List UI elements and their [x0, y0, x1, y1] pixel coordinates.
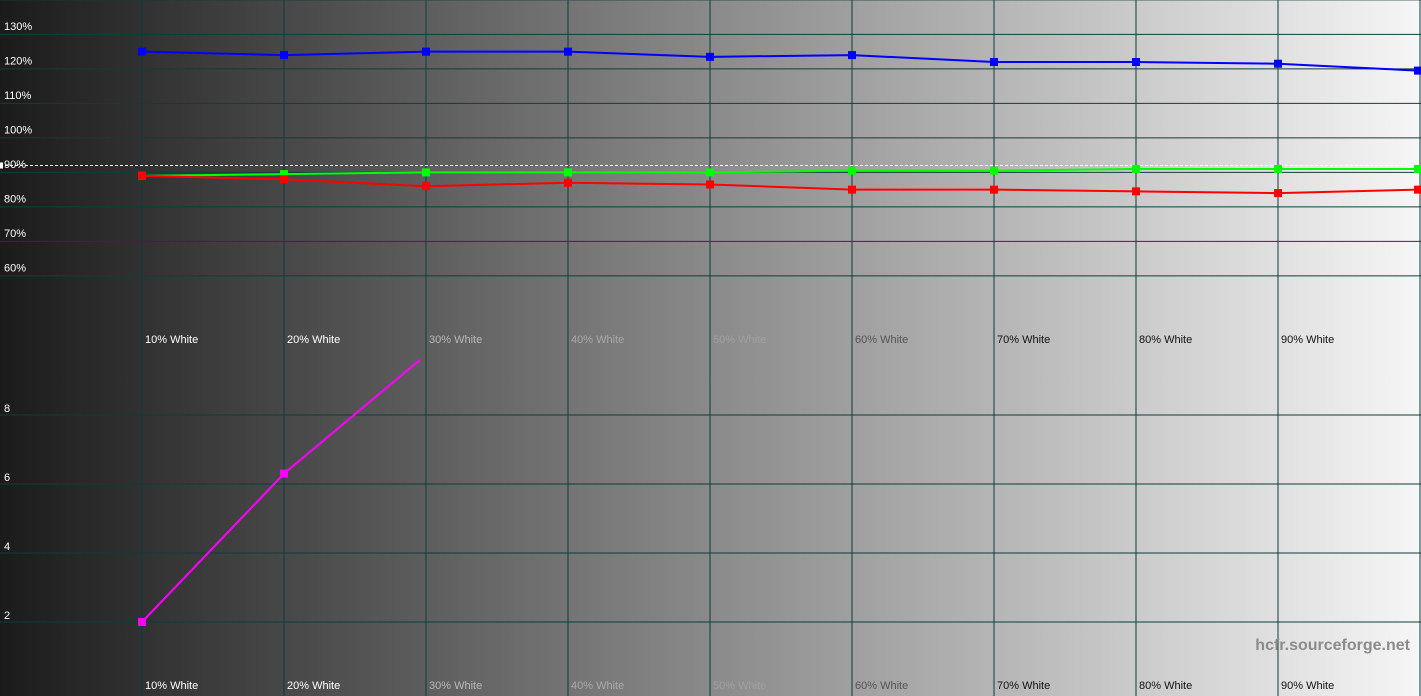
y-tick-label: 8 — [4, 403, 10, 415]
magenta-data-point — [138, 618, 146, 626]
category-label: 20% White — [287, 334, 340, 346]
y-tick-label: 2 — [4, 610, 10, 622]
y-tick-label: 100% — [4, 125, 32, 137]
category-label: 70% White — [997, 334, 1050, 346]
y-tick-label: 60% — [4, 263, 26, 275]
green-data-point — [706, 168, 714, 177]
green-data-point — [1414, 164, 1421, 173]
y-tick-label: 130% — [4, 21, 32, 33]
y-tick-label: 6 — [4, 472, 10, 484]
grayscale-chart: 140%130%120%110%100%90%80%70%60% 8642 10… — [0, 0, 1421, 696]
green-data-point — [1274, 164, 1282, 173]
category-label: 40% White — [571, 680, 624, 692]
blue-data-point — [280, 51, 288, 60]
red-data-point — [706, 180, 714, 189]
y-tick-label: 90% — [4, 159, 26, 171]
blue-data-point — [1274, 59, 1282, 68]
y-tick-label: 80% — [4, 194, 26, 206]
red-data-point — [138, 171, 146, 180]
category-label: 80% White — [1139, 334, 1192, 346]
category-label: 70% White — [997, 680, 1050, 692]
category-label: 60% White — [855, 680, 908, 692]
magenta-data-point — [280, 469, 288, 478]
category-label: 10% White — [145, 680, 198, 692]
category-label: 90% White — [1281, 680, 1334, 692]
red-data-point — [848, 185, 856, 194]
category-label: 90% White — [1281, 334, 1334, 346]
category-label: 50% White — [713, 334, 766, 346]
y-tick-label: 120% — [4, 56, 32, 68]
red-data-point — [1274, 189, 1282, 198]
red-data-point — [1414, 185, 1421, 194]
blue-data-point — [138, 47, 146, 56]
bottom-category-labels: 10% White 20% White 30% White 40% White 50% … — [145, 680, 1334, 692]
watermark: hcfr.sourceforge.net — [1255, 637, 1410, 654]
category-label: 30% White — [429, 680, 482, 692]
red-data-point — [1132, 187, 1140, 196]
red-data-point — [422, 182, 430, 191]
category-label: 80% White — [1139, 680, 1192, 692]
y-tick-label: 110% — [4, 90, 32, 102]
category-label: 30% White — [429, 334, 482, 346]
y-tick-label: 4 — [4, 541, 10, 553]
blue-data-point — [1132, 58, 1140, 66]
top-category-labels: 10% White 20% White 30% White 40% White 50% … — [145, 334, 1334, 346]
red-data-point — [564, 178, 572, 187]
green-data-point — [990, 166, 998, 175]
blue-data-point — [848, 51, 856, 60]
blue-data-point — [422, 47, 430, 56]
category-label: 20% White — [287, 680, 340, 692]
green-data-point — [422, 168, 430, 177]
category-label: 40% White — [571, 334, 624, 346]
blue-data-point — [1414, 66, 1421, 75]
category-label: 50% White — [713, 680, 766, 692]
category-label: 60% White — [855, 334, 908, 346]
red-data-point — [990, 185, 998, 194]
green-data-point — [1132, 164, 1140, 173]
y-tick-label: 70% — [4, 228, 26, 240]
category-label: 10% White — [145, 334, 198, 346]
green-data-point — [564, 168, 572, 177]
reference-marker — [0, 162, 3, 169]
blue-data-point — [564, 47, 572, 56]
blue-data-point — [990, 58, 998, 66]
blue-data-point — [706, 52, 714, 61]
green-data-point — [848, 166, 856, 175]
red-data-point — [280, 175, 288, 184]
